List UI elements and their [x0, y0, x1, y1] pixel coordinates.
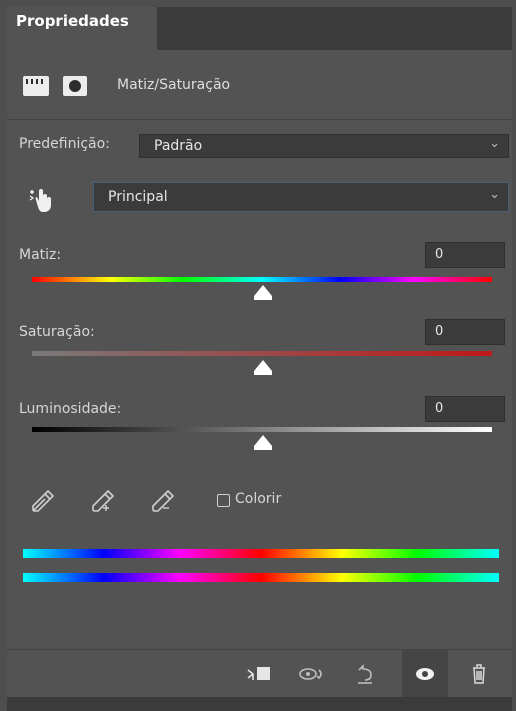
tab-bar: Propriedades: [7, 7, 512, 50]
eye-icon: [416, 668, 434, 680]
colorize-checkbox[interactable]: [217, 494, 230, 507]
eyedropper-subtract-icon[interactable]: [149, 487, 177, 515]
lightness-input[interactable]: 0: [425, 396, 505, 422]
lightness-value: 0: [435, 401, 444, 416]
hue-input[interactable]: 0: [425, 242, 505, 268]
lightness-slider-thumb[interactable]: [254, 435, 272, 450]
channel-select[interactable]: Principal ⌄: [93, 182, 509, 212]
saturation-value: 0: [435, 324, 444, 339]
hand-targeted-adjustment-icon[interactable]: [27, 185, 57, 215]
tab-label: Propriedades: [16, 12, 129, 30]
spectrum-bar-bottom: [23, 573, 499, 582]
saturation-input[interactable]: 0: [425, 319, 505, 345]
adjustment-header: Matiz/Saturação: [7, 63, 512, 113]
view-previous-state-icon[interactable]: [297, 660, 325, 688]
spectrum-bar-top: [23, 549, 499, 558]
hue-slider-track[interactable]: [32, 277, 492, 282]
preset-select[interactable]: Padrão ⌄: [139, 134, 509, 158]
eye-button-active[interactable]: [402, 650, 448, 698]
adjustment-title: Matiz/Saturação: [117, 77, 231, 93]
chevron-down-icon: ⌄: [489, 136, 500, 151]
trash-icon[interactable]: [465, 660, 493, 688]
reset-icon[interactable]: [351, 660, 379, 688]
saturation-slider-track[interactable]: [32, 351, 492, 356]
channel-value: Principal: [108, 189, 168, 205]
panel-footer: [7, 649, 512, 698]
clip-to-layer-icon[interactable]: [245, 660, 273, 688]
hue-label: Matiz:: [19, 247, 62, 263]
eyedropper-icon[interactable]: [29, 487, 57, 515]
divider: [7, 119, 512, 120]
preset-value: Padrão: [154, 138, 203, 154]
preset-label: Predefinição:: [19, 136, 110, 152]
hue-value: 0: [435, 247, 444, 262]
saturation-slider-thumb[interactable]: [254, 360, 272, 375]
bottom-strip: [7, 697, 512, 711]
adjustment-layer-icon[interactable]: [23, 76, 49, 96]
tab-properties[interactable]: Propriedades: [7, 7, 157, 50]
lightness-label: Luminosidade:: [19, 401, 122, 417]
properties-panel: Propriedades Matiz/Saturação Predefiniçã…: [7, 7, 512, 698]
hue-slider-thumb[interactable]: [254, 285, 272, 300]
lightness-slider-track[interactable]: [32, 427, 492, 432]
chevron-down-icon: ⌄: [489, 187, 500, 202]
mask-icon[interactable]: [63, 76, 87, 96]
eyedropper-add-icon[interactable]: [89, 487, 117, 515]
saturation-label: Saturação:: [19, 324, 95, 340]
colorize-label: Colorir: [235, 491, 282, 507]
